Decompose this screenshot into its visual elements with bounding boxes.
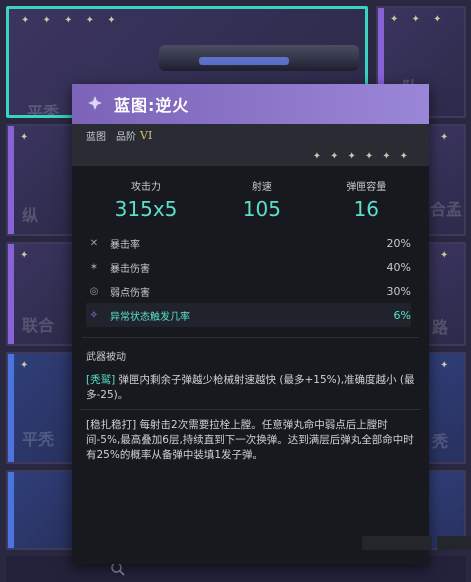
stat-fire-rate: 射速 105 <box>243 178 281 221</box>
sub-stat-value: 6% <box>393 308 411 322</box>
main-stats: 攻击力 315x5 射速 105 弹匣容量 16 <box>72 166 429 229</box>
card-stars: ✦ <box>440 132 454 143</box>
stat-label: 弹匣容量 <box>346 182 387 193</box>
sub-stat-name: 异常状态触发几率 <box>110 311 190 323</box>
card-faction-text: 路 <box>432 318 449 337</box>
weapon-card[interactable]: ✦ 秃 <box>426 352 466 464</box>
card-stripe <box>8 126 14 234</box>
grade-label: 品阶 <box>116 131 136 143</box>
card-stars: ✦ <box>20 132 34 143</box>
card-stars: ✦ <box>440 360 454 371</box>
star-rating: ✦✦✦✦✦✦ <box>72 146 429 166</box>
passive-tag: [秃鹫] <box>86 374 116 386</box>
stat-label: 攻击力 <box>131 182 162 193</box>
hint-bar <box>437 536 471 550</box>
sub-stats: ✕ 暴击率 20% ✶ 暴击伤害 40% ◎ 弱点伤害 30% ✧ 异常状态触发… <box>72 229 429 327</box>
sub-stat-crit-damage: ✶ 暴击伤害 40% <box>86 255 411 279</box>
weapon-card[interactable]: ✦ 平秃 <box>6 352 76 464</box>
stat-label: 射速 <box>251 182 272 193</box>
stat-value: 315x5 <box>114 197 178 221</box>
card-stripe <box>8 244 14 344</box>
type-label: 蓝图 <box>86 131 106 143</box>
card-faction-text: 合孟 <box>430 200 463 219</box>
crosshair-icon: ✕ <box>89 237 99 249</box>
card-faction-text: 纵 <box>22 206 39 225</box>
passive-title: 武器被动 <box>86 352 126 363</box>
status-icon: ✧ <box>89 309 99 321</box>
sub-stat-name: 弱点伤害 <box>110 287 150 299</box>
card-stars: ✦ ✦ ✦ ✦ ✦ <box>21 15 121 26</box>
card-faction-text: 平秃 <box>27 103 60 118</box>
sub-stat-value: 30% <box>386 284 411 298</box>
weapon-card[interactable]: ✦ 路 <box>426 242 466 346</box>
blueprint-icon <box>86 94 106 114</box>
target-icon: ◎ <box>89 285 99 297</box>
stat-value: 16 <box>353 197 380 221</box>
burst-icon: ✶ <box>89 261 99 273</box>
stat-value: 105 <box>242 197 281 221</box>
sub-stat-name: 暴击伤害 <box>110 263 150 275</box>
passive-ability: [秃鹫] 弹匣内剩余子弹越少枪械射速越快 (最多+15%),准确度越小 (最多-… <box>72 369 429 409</box>
sub-stat-weakspot-damage: ◎ 弱点伤害 30% <box>86 279 411 303</box>
weapon-image-accent <box>199 57 289 65</box>
sub-stat-value: 20% <box>386 236 411 250</box>
passive-text: 每射击2次需要拉栓上膛。任意弹丸命中弱点后上膛时间-5%,最高叠加6层,持续直到… <box>86 419 414 461</box>
card-stars: ✦ <box>440 250 454 261</box>
weapon-meta: 蓝图 品阶 VI <box>72 124 429 146</box>
popup-header: 蓝图:逆火 <box>72 84 429 124</box>
sub-stat-value: 40% <box>386 260 411 274</box>
grade-value: VI <box>140 128 153 142</box>
sub-stat-status-chance: ✧ 异常状态触发几率 6% <box>86 303 411 327</box>
weapon-card[interactable]: ✦ 联合 <box>6 242 76 346</box>
card-faction-text: 联合 <box>22 316 55 335</box>
sub-stat-name: 暴击率 <box>110 239 140 251</box>
weapon-detail-popup: 蓝图:逆火 蓝图 品阶 VI ✦✦✦✦✦✦ 攻击力 315x5 射速 105 弹… <box>72 84 471 564</box>
stat-attack: 攻击力 315x5 <box>115 178 178 221</box>
popup-title: 蓝图:逆火 <box>114 96 190 115</box>
card-stripe <box>8 472 14 548</box>
card-stars: ✦ <box>20 360 34 371</box>
card-stripe <box>8 354 14 462</box>
weapon-card[interactable]: ✦ 纵 <box>6 124 76 236</box>
card-stars: ✦ ✦ ✦ <box>390 14 447 25</box>
passive-ability: [稳扎稳打] 每射击2次需要拉栓上膛。任意弹丸命中弱点后上膛时间-5%,最高叠加… <box>72 410 429 469</box>
sub-stat-crit-rate: ✕ 暴击率 20% <box>86 231 411 255</box>
divider <box>82 327 419 338</box>
passive-text: 弹匣内剩余子弹越少枪械射速越快 (最多+15%),准确度越小 (最多-25)。 <box>86 374 415 401</box>
stat-magazine: 弹匣容量 16 <box>346 178 386 221</box>
hint-bar <box>362 536 432 550</box>
card-stars: ✦ <box>20 250 34 261</box>
weapon-card[interactable] <box>6 470 76 550</box>
card-faction-text: 平秃 <box>22 430 55 449</box>
passive-tag: [稳扎稳打] <box>86 419 137 431</box>
weapon-card[interactable]: ✦ 合孟 <box>426 124 466 236</box>
card-faction-text: 秃 <box>432 432 449 451</box>
